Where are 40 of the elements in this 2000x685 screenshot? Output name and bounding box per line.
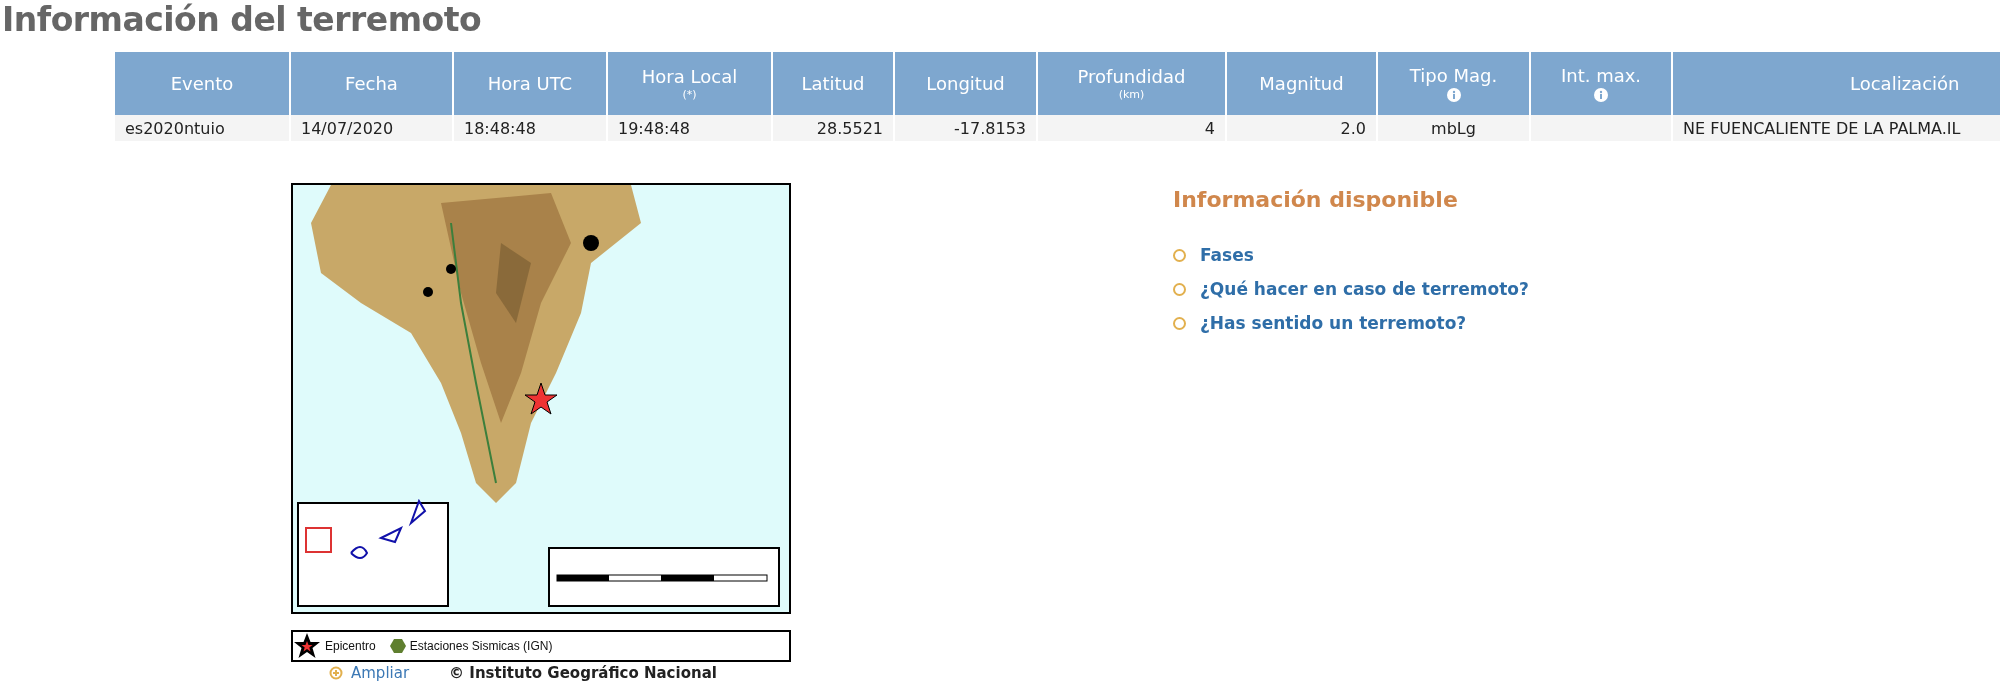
page-title: Información del terremoto [1,0,483,41]
info-icon[interactable] [1446,88,1461,103]
column-note: (*) [681,87,698,101]
info-link[interactable]: ¿Qué hacer en caso de terremoto? [1173,272,1529,306]
bullet-icon [1173,248,1186,262]
table-cell: 18:48:48 [454,115,606,141]
column-header: Tipo Mag. [1378,52,1529,115]
table-cell: 4 [1038,115,1225,141]
column-header: Localización [1673,52,2000,115]
legend-label: Epicentro [325,639,376,653]
zoom-icon [329,666,343,680]
column-header: Profundidad (km) [1038,52,1225,115]
star-icon [293,632,321,660]
column-note: (km) [1117,87,1146,101]
bullet-icon [1173,316,1186,330]
legend-label: Estaciones Sismicas (IGN) [409,639,553,653]
table-cell: 2.0 [1227,115,1376,141]
enlarge-link[interactable]: Ampliar [329,664,410,682]
map-credit: © Instituto Geográfico Nacional [449,664,717,682]
info-icon[interactable] [1594,88,1608,103]
info-link[interactable]: Fases [1173,238,1529,272]
column-header: Hora Local (*) [608,52,771,115]
table-cell: es2020ntuio [115,115,289,141]
column-header: Latitud [773,52,893,115]
hexagon-icon [389,639,406,653]
column-header: Magnitud [1227,52,1376,115]
column-header: Hora UTC [454,52,606,115]
table-cell: 14/07/2020 [291,115,452,141]
column-header: Fecha [291,52,452,115]
table-cell: NE FUENCALIENTE DE LA PALMA.IL [1673,115,2000,141]
table-cell: 19:48:48 [608,115,771,141]
bullet-icon [1173,282,1186,296]
column-header: Longitud [895,52,1036,115]
column-header: Int. max. [1531,52,1671,115]
table-cell: mbLg [1378,115,1529,141]
column-header: Evento [115,52,289,115]
section-heading: Información disponible [1173,187,1459,212]
table-cell: -17.8153 [895,115,1036,141]
info-link[interactable]: ¿Has sentido un terremoto? [1173,306,1529,340]
table-cell: 28.5521 [773,115,893,141]
